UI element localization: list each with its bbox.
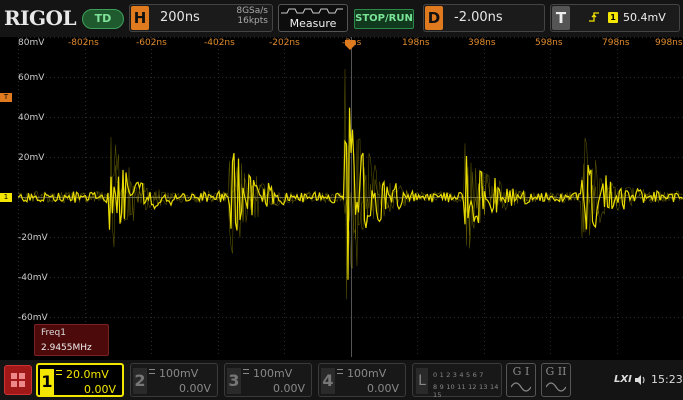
channel-4-panel[interactable]: 4 100mV 0.00V xyxy=(318,363,406,397)
channel-4-number: 4 xyxy=(321,368,335,394)
channel-2-scale: 100mV xyxy=(159,367,199,380)
y-tick-label: -60mV xyxy=(18,313,48,323)
channel-4-scale: 100mV xyxy=(347,367,387,380)
channel-1-panel[interactable]: 1 20.0mV 0.00V xyxy=(36,363,124,397)
channel-1-offset: 0.00V xyxy=(83,383,116,396)
channel-2-number: 2 xyxy=(133,368,147,394)
logic-label: L xyxy=(416,368,428,394)
delay-value: -2.00ns xyxy=(454,10,503,25)
logic-channels-row2: 8 9 10 11 12 13 14 15 xyxy=(433,383,499,399)
x-tick-label: -202ns xyxy=(269,38,300,48)
stop-run-button[interactable]: STOP/RUN xyxy=(354,9,414,29)
channel1-ground-marker[interactable]: 1 xyxy=(0,193,12,202)
channel-2-panel[interactable]: 2 100mV 0.00V xyxy=(130,363,218,397)
x-tick-label: 398ns xyxy=(468,38,496,48)
generator-2-label: G II xyxy=(545,365,567,378)
y-tick-label: 20mV xyxy=(18,153,45,163)
measure-label: Measure xyxy=(289,17,337,30)
sample-info: 8GSa/s 16kpts xyxy=(222,6,268,26)
generator-1-label: G I xyxy=(512,365,530,378)
channel-4-offset: 0.00V xyxy=(366,382,399,395)
sample-rate: 8GSa/s xyxy=(236,6,268,16)
td-mode-badge[interactable]: TD xyxy=(82,9,124,29)
channel-3-scale: 100mV xyxy=(253,367,293,380)
y-tick-label: 40mV xyxy=(18,113,45,123)
freq-measurement[interactable]: Freq1 2.9455MHz xyxy=(34,324,109,356)
top-bar: RIGOL TD H 200ns 8GSa/s 16kpts Measure S… xyxy=(0,0,683,37)
trigger-source: 1 xyxy=(608,12,618,23)
generator-1-button[interactable]: G I xyxy=(506,363,536,397)
trigger-position-marker[interactable] xyxy=(344,40,356,50)
dc-coupling-icon xyxy=(243,369,249,374)
measure-button[interactable]: Measure xyxy=(278,4,348,32)
home-button[interactable] xyxy=(4,365,32,395)
dc-coupling-icon xyxy=(149,369,155,374)
x-tick-label: -402ns xyxy=(204,38,235,48)
channel-2-offset: 0.00V xyxy=(178,382,211,395)
logic-analyzer-panel[interactable]: L 0 1 2 3 4 5 6 7 8 9 10 11 12 13 14 15 xyxy=(412,363,502,399)
measure-wave-icon xyxy=(281,8,343,14)
clock: 15:23 xyxy=(651,373,683,386)
speaker-icon[interactable] xyxy=(634,374,646,386)
x-tick-label: 598ns xyxy=(535,38,563,48)
waveform-grid[interactable] xyxy=(18,37,683,357)
logic-channels-row1: 0 1 2 3 4 5 6 7 xyxy=(433,371,484,379)
timebase-value: 200ns xyxy=(160,10,200,25)
measurement-name: Freq1 xyxy=(41,328,67,338)
x-tick-label: -802ns xyxy=(68,38,99,48)
channel-1-scale: 20.0mV xyxy=(66,368,109,381)
channel-3-panel[interactable]: 3 100mV 0.00V xyxy=(224,363,312,397)
lxi-logo: LXI xyxy=(614,374,632,385)
channel-1-number: 1 xyxy=(40,369,54,395)
delay-label: D xyxy=(425,6,443,30)
generator-2-button[interactable]: G II xyxy=(541,363,571,397)
sine-wave-icon xyxy=(511,382,531,392)
rigol-logo: RIGOL xyxy=(4,6,77,30)
x-tick-label: 798ns xyxy=(602,38,630,48)
channel-3-number: 3 xyxy=(227,368,241,394)
y-tick-label: -40mV xyxy=(18,273,48,283)
memory-depth: 16kpts xyxy=(237,16,268,26)
trigger-label: T xyxy=(552,6,570,30)
sine-wave-icon xyxy=(546,382,566,392)
y-tick-label: 80mV xyxy=(18,38,45,48)
measurement-value: 2.9455MHz xyxy=(41,343,92,353)
trigger-level-marker[interactable]: T xyxy=(0,93,12,102)
channel-3-offset: 0.00V xyxy=(272,382,305,395)
bottom-bar: 1 20.0mV 0.00V 2 100mV 0.00V 3 100mV 0.0… xyxy=(0,360,683,400)
x-tick-label: 998ns xyxy=(655,38,683,48)
y-tick-label: -20mV xyxy=(18,233,48,243)
trigger-level: 50.4mV xyxy=(623,11,666,24)
x-tick-label: -602ns xyxy=(136,38,167,48)
rising-edge-icon xyxy=(589,12,599,22)
horizontal-label: H xyxy=(131,6,149,30)
x-tick-label: 198ns xyxy=(402,38,430,48)
y-tick-label: 60mV xyxy=(18,73,45,83)
dc-coupling-icon xyxy=(56,370,62,375)
grid-menu-icon xyxy=(11,373,25,387)
dc-coupling-icon xyxy=(337,369,343,374)
